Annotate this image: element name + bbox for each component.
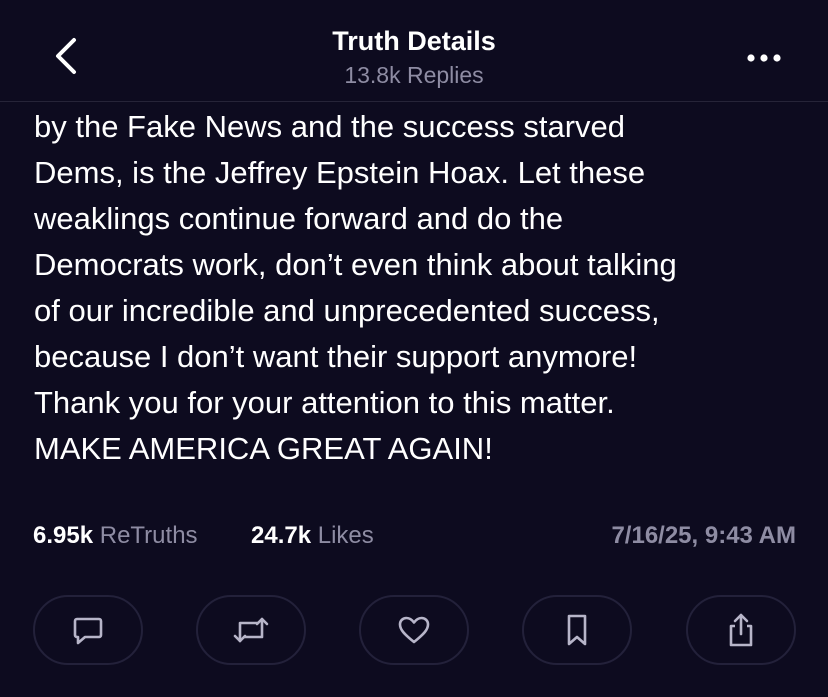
header: Truth Details 13.8k Replies [0, 0, 828, 102]
action-bar [33, 595, 796, 665]
bookmark-icon [567, 614, 587, 646]
post-timestamp: 7/16/25, 9:43 AM [611, 522, 796, 549]
share-icon [729, 613, 753, 647]
post-text-line: Democrats work, don’t even think about t… [34, 247, 677, 282]
share-button[interactable] [686, 595, 796, 665]
post-text-line: because I don’t want their support anymo… [34, 339, 638, 374]
likes-count: 24.7k [251, 522, 312, 549]
post-stats: 6.95k ReTruths 24.7k Likes 7/16/25, 9:43… [33, 522, 796, 554]
retruth-icon [233, 617, 269, 643]
retruths-label: ReTruths [99, 522, 198, 549]
likes-label: Likes [317, 522, 374, 549]
heart-icon [398, 616, 430, 644]
reply-button[interactable] [33, 595, 143, 665]
page-title: Truth Details [332, 26, 496, 56]
retruth-button[interactable] [196, 595, 306, 665]
post-text-line: Dems, is the Jeffrey Epstein Hoax. Let t… [34, 155, 646, 190]
retruths-stat[interactable]: 6.95k ReTruths [33, 522, 198, 550]
bookmark-button[interactable] [522, 595, 632, 665]
post-text-line: Thank you for your attention to this mat… [34, 385, 615, 420]
post-text-line: of our incredible and unprecedented succ… [34, 293, 660, 328]
reply-icon [73, 617, 103, 645]
post-text-line: by the Fake News and the success starved [34, 109, 626, 144]
more-horizontal-icon [747, 54, 781, 62]
post-text-line: MAKE AMERICA GREAT AGAIN! [34, 431, 493, 466]
replies-count: 13.8k Replies [344, 62, 484, 88]
likes-stat[interactable]: 24.7k Likes [251, 522, 374, 550]
like-button[interactable] [359, 595, 469, 665]
more-button[interactable] [736, 30, 792, 86]
post-text: by the Fake News and the success starved… [34, 104, 814, 472]
post-text-line: weaklings continue forward and do the [34, 201, 564, 236]
retruths-count: 6.95k [33, 522, 94, 549]
